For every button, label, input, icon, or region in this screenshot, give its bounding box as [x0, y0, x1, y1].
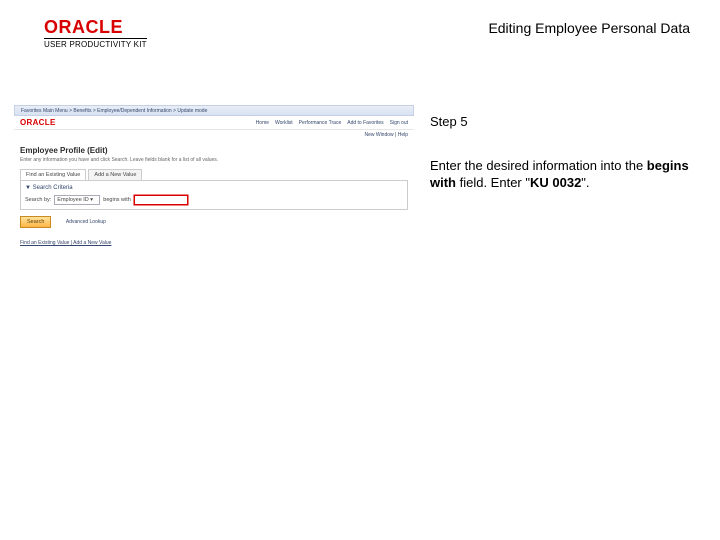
app-top-menu: Home Worklist Performance Trace Add to F…	[256, 120, 408, 126]
app-oracle-logo: ORACLE	[20, 118, 56, 127]
search-criteria-head[interactable]: ▼ Search Criteria	[25, 185, 403, 191]
instr-seg-3: ".	[581, 175, 589, 190]
instr-bold-value: KU 0032	[530, 175, 581, 190]
search-panel: ▼ Search Criteria Search by: Employee ID…	[20, 180, 408, 210]
header: ORACLE USER PRODUCTIVITY KIT Editing Emp…	[44, 18, 690, 49]
menu-favorites[interactable]: Add to Favorites	[347, 120, 383, 126]
oracle-wordmark: ORACLE	[44, 18, 147, 36]
search-by-label: Search by:	[25, 197, 51, 203]
begins-with-label: begins with	[103, 197, 131, 203]
upk-subtitle: USER PRODUCTIVITY KIT	[44, 38, 147, 49]
tab-add-new[interactable]: Add a New Value	[88, 169, 142, 180]
form-title: Employee Profile (Edit)	[14, 142, 414, 157]
page-title: Editing Employee Personal Data	[488, 20, 690, 36]
window-help-links[interactable]: New Window | Help	[14, 130, 414, 142]
app-header-row: ORACLE Home Worklist Performance Trace A…	[14, 116, 414, 130]
breadcrumb: Favorites Main Menu > Benefits > Employe…	[14, 105, 414, 116]
tab-find-existing[interactable]: Find an Existing Value	[20, 169, 86, 180]
search-row: Search by: Employee ID ▾ begins with	[25, 195, 403, 205]
menu-worklist[interactable]: Worklist	[275, 120, 293, 126]
form-description: Enter any information you have and click…	[14, 157, 414, 169]
instruction-text: Enter the desired information into the b…	[430, 157, 690, 192]
instr-seg-1: Enter the desired information into the	[430, 158, 647, 173]
begins-with-input[interactable]	[134, 195, 188, 205]
menu-signout[interactable]: Sign out	[390, 120, 408, 126]
tab-bar: Find an Existing Value Add a New Value	[14, 169, 414, 180]
search-by-select[interactable]: Employee ID ▾	[54, 195, 100, 205]
app-screenshot: Favorites Main Menu > Benefits > Employe…	[14, 105, 414, 305]
menu-home[interactable]: Home	[256, 120, 269, 126]
instruction-pane: Step 5 Enter the desired information int…	[430, 113, 690, 192]
menu-perf-trace[interactable]: Performance Trace	[299, 120, 342, 126]
search-button[interactable]: Search	[20, 216, 51, 228]
step-number: Step 5	[430, 113, 690, 131]
instr-seg-2: field. Enter "	[456, 175, 530, 190]
advanced-lookup-link[interactable]: Advanced Lookup	[66, 219, 106, 225]
footer-tab-links[interactable]: Find an Existing Value | Add a New Value	[14, 230, 414, 256]
brand-logo: ORACLE USER PRODUCTIVITY KIT	[44, 18, 147, 49]
